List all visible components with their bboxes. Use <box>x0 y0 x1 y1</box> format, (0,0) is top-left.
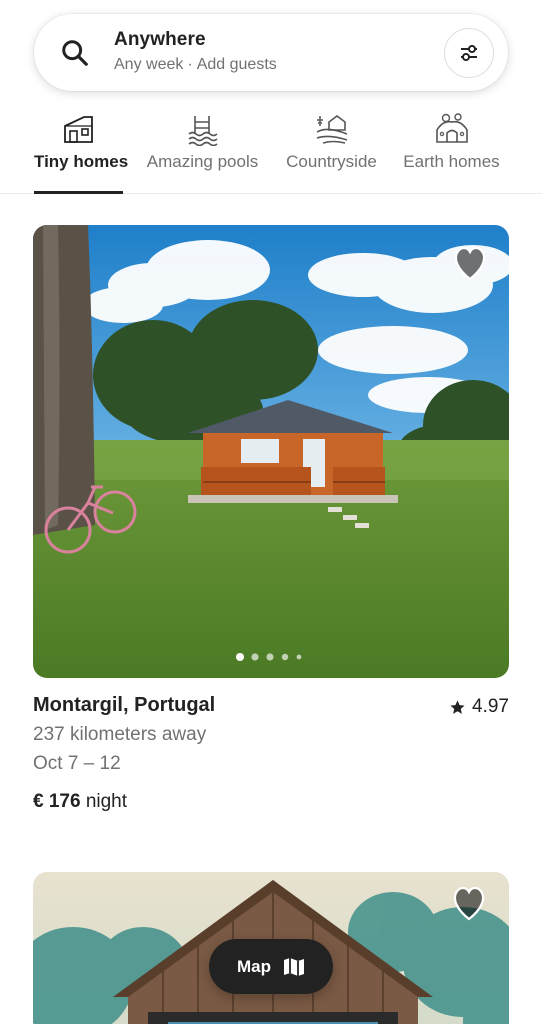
listing-distance: 237 kilometers away <box>33 724 207 745</box>
search-details: Any week · Add guests <box>114 56 277 74</box>
map-button[interactable]: Map <box>209 939 333 994</box>
tiny-home-photo <box>33 225 509 678</box>
tab-amazing-pools[interactable]: Amazing pools <box>144 106 261 194</box>
listing-location: Montargil, Portugal <box>33 694 216 716</box>
tab-label: Tiny homes <box>34 152 129 171</box>
map-icon <box>284 957 304 976</box>
map-button-label: Map <box>237 956 271 976</box>
listing-rating: 4.97 <box>449 696 509 718</box>
search-week: Any week <box>114 56 184 73</box>
tab-label: Earth homes <box>403 152 500 171</box>
tab-countryside[interactable]: Countryside <box>283 106 380 194</box>
category-tabs: Tiny homes Amazing pools Countryside Ear… <box>0 106 542 194</box>
tab-label: Countryside <box>286 152 377 171</box>
search-guests: Add guests <box>196 56 277 73</box>
countryside-icon <box>316 115 347 144</box>
search-separator: · <box>187 56 193 73</box>
listing-photo[interactable] <box>33 225 509 678</box>
search-location: Anywhere <box>114 29 206 50</box>
listing-info[interactable]: Montargil, Portugal 4.97 237 kilometers … <box>33 694 509 813</box>
active-tab-indicator <box>34 191 123 194</box>
filters-button[interactable] <box>444 28 494 78</box>
search-bar[interactable]: Anywhere Any week · Add guests <box>34 14 508 91</box>
price-unit: night <box>85 791 128 812</box>
tab-tiny-homes[interactable]: Tiny homes <box>34 106 129 194</box>
price-amount: € 176 <box>33 791 81 812</box>
rating-value: 4.97 <box>472 696 509 717</box>
tiny-home-icon <box>63 116 93 143</box>
tab-label: Amazing pools <box>146 152 259 171</box>
filter-sliders-icon <box>461 45 477 61</box>
star-icon <box>450 699 465 714</box>
earth-home-icon <box>435 113 468 143</box>
pool-icon <box>187 116 218 146</box>
listing-dates: Oct 7 – 12 <box>33 753 121 774</box>
search-summary[interactable]: Anywhere Any week · Add guests <box>114 29 277 74</box>
listing-price: € 176 night <box>33 791 509 813</box>
search-icon <box>62 40 88 66</box>
tab-earth-homes[interactable]: Earth homes <box>402 106 501 194</box>
